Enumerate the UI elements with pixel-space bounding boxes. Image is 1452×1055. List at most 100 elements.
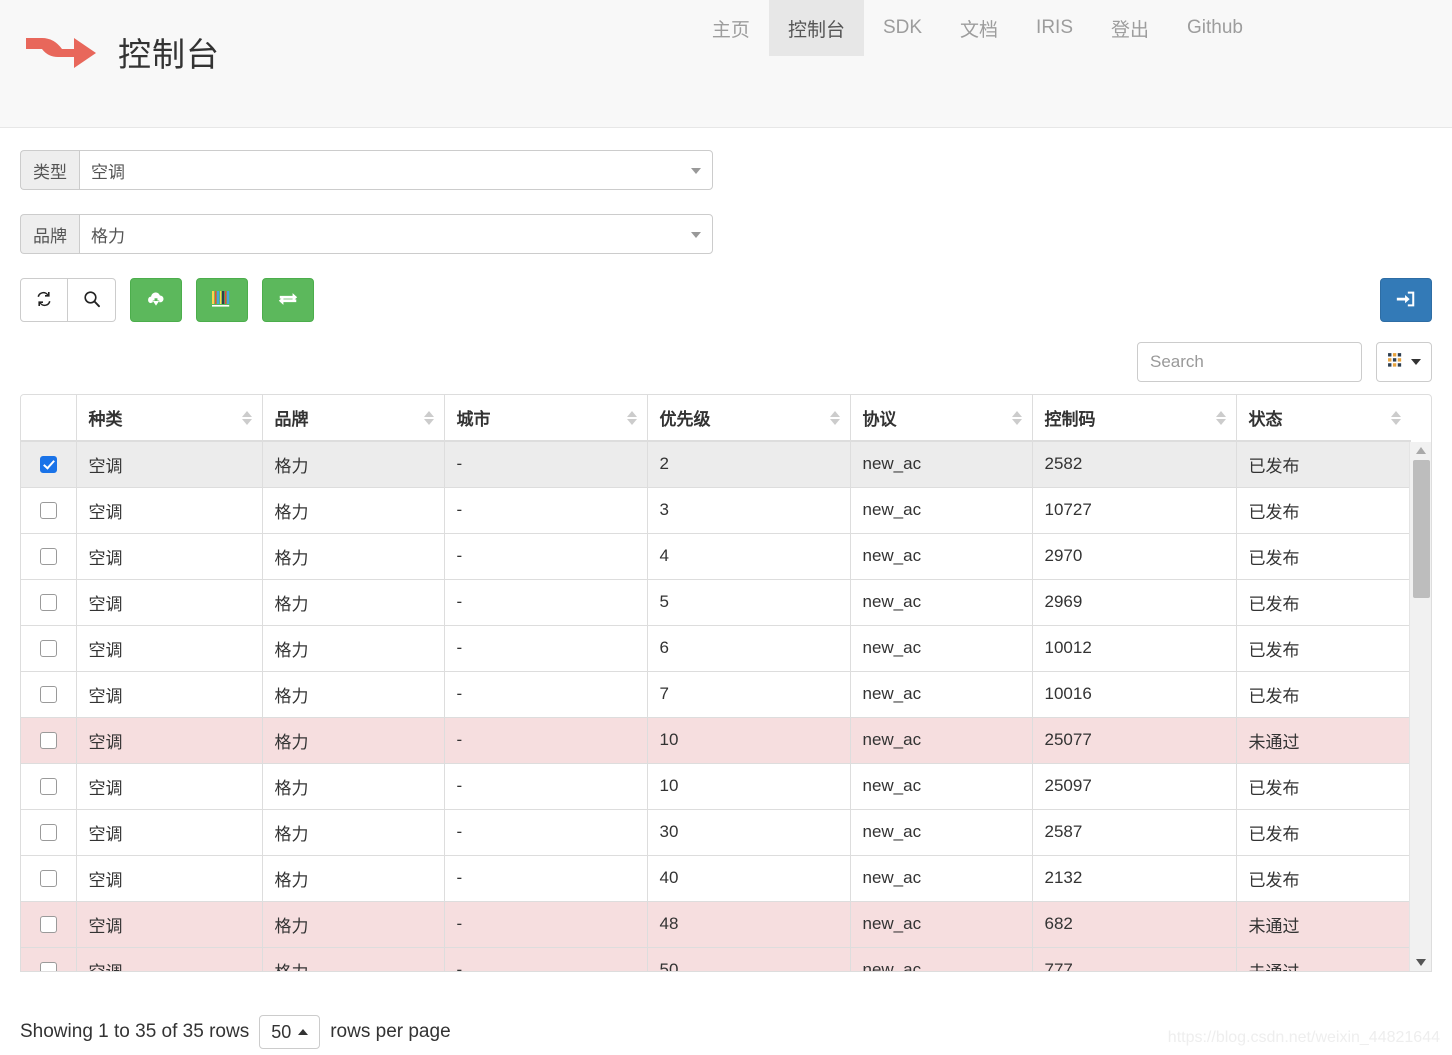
row-checkbox[interactable] bbox=[39, 824, 57, 842]
exchange-button[interactable] bbox=[262, 278, 314, 322]
column-header-city[interactable]: 城市 bbox=[444, 395, 648, 442]
table-row[interactable]: 空调 格力 -7 new_ac 10016 已发布 bbox=[21, 671, 1411, 718]
nav-link-iris[interactable]: IRIS bbox=[1017, 0, 1092, 56]
nav-link-github[interactable]: Github bbox=[1168, 0, 1262, 56]
page-size-dropdown[interactable]: 50 bbox=[259, 1015, 321, 1049]
column-header-kind[interactable]: 种类 bbox=[76, 395, 263, 442]
cell-kind: 空调 bbox=[76, 717, 263, 764]
row-checkbox[interactable] bbox=[39, 686, 57, 704]
row-select-cell[interactable] bbox=[21, 441, 77, 488]
cell-brand: 格力 bbox=[262, 579, 445, 626]
barcode-button[interactable] bbox=[196, 278, 248, 322]
cell-status: 未通过 bbox=[1236, 901, 1411, 948]
table-row[interactable]: 空调 格力 -10 new_ac 25097 已发布 bbox=[21, 763, 1411, 810]
column-label: 协议 bbox=[862, 410, 897, 429]
column-header-protocol[interactable]: 协议 bbox=[850, 395, 1033, 442]
row-select-cell[interactable] bbox=[21, 487, 77, 534]
row-select-cell[interactable] bbox=[21, 625, 77, 672]
table-body: 空调 格力 -2 new_ac 2582 已发布 空调 格力 -3 new_ac 10727 已发布空… bbox=[21, 441, 1411, 971]
scrollbar-thumb[interactable] bbox=[1413, 460, 1430, 598]
cell-priority: 50 bbox=[647, 947, 851, 971]
row-select-cell[interactable] bbox=[21, 855, 77, 902]
cell-status: 已发布 bbox=[1236, 625, 1411, 672]
table-row[interactable]: 空调 格力 -30 new_ac 2587 已发布 bbox=[21, 809, 1411, 856]
column-header-code[interactable]: 控制码 bbox=[1032, 395, 1237, 442]
row-select-cell[interactable] bbox=[21, 763, 77, 810]
cell-priority: 7 bbox=[647, 671, 851, 718]
cell-kind: 空调 bbox=[76, 855, 263, 902]
brand-title: 控制台 bbox=[118, 36, 220, 73]
row-checkbox[interactable] bbox=[39, 502, 57, 520]
row-select-cell[interactable] bbox=[21, 947, 77, 971]
nav-link-sdk[interactable]: SDK bbox=[864, 0, 941, 56]
nav-link-logout[interactable]: 登出 bbox=[1092, 0, 1168, 56]
table-row[interactable]: 空调 格力 -6 new_ac 10012 已发布 bbox=[21, 625, 1411, 672]
row-select-cell[interactable] bbox=[21, 671, 77, 718]
cell-status: 已发布 bbox=[1236, 809, 1411, 856]
cell-code: 10016 bbox=[1032, 671, 1237, 718]
filter-type-select[interactable]: 空调 bbox=[79, 150, 713, 190]
table-row[interactable]: 空调 格力 -3 new_ac 10727 已发布 bbox=[21, 487, 1411, 534]
nav-link-console[interactable]: 控制台 bbox=[768, 0, 864, 56]
table-row[interactable]: 空调 格力 -5 new_ac 2969 已发布 bbox=[21, 579, 1411, 626]
sort-icon[interactable] bbox=[626, 410, 637, 425]
table-vertical-scrollbar[interactable] bbox=[1409, 442, 1431, 971]
cell-kind: 空调 bbox=[76, 671, 263, 718]
row-checkbox[interactable] bbox=[39, 962, 57, 971]
table-row[interactable]: 空调 格力 -48 new_ac 682 未通过 bbox=[21, 901, 1411, 948]
search-toggle-button[interactable] bbox=[68, 278, 116, 322]
sort-icon[interactable] bbox=[829, 410, 840, 425]
cell-status: 已发布 bbox=[1236, 763, 1411, 810]
search-input[interactable] bbox=[1137, 342, 1362, 382]
row-checkbox[interactable] bbox=[39, 548, 57, 566]
cell-status: 已发布 bbox=[1236, 579, 1411, 626]
filter-brand-select[interactable]: 格力 bbox=[79, 214, 713, 254]
brand[interactable]: 控制台 bbox=[22, 22, 220, 82]
column-header-brand[interactable]: 品牌 bbox=[262, 395, 445, 442]
cell-priority: 5 bbox=[647, 579, 851, 626]
cell-protocol: new_ac bbox=[850, 855, 1033, 902]
cell-brand: 格力 bbox=[262, 487, 445, 534]
export-button[interactable] bbox=[130, 278, 182, 322]
cell-kind: 空调 bbox=[76, 763, 263, 810]
row-checkbox[interactable] bbox=[39, 732, 57, 750]
table-row[interactable]: 空调 格力 -2 new_ac 2582 已发布 bbox=[21, 441, 1411, 488]
sort-icon[interactable] bbox=[1011, 410, 1022, 425]
submit-button[interactable] bbox=[1380, 278, 1432, 322]
row-checkbox[interactable] bbox=[39, 456, 57, 474]
row-select-cell[interactable] bbox=[21, 809, 77, 856]
row-select-cell[interactable] bbox=[21, 901, 77, 948]
row-checkbox[interactable] bbox=[39, 870, 57, 888]
sort-icon[interactable] bbox=[241, 410, 252, 425]
column-label: 控制码 bbox=[1044, 410, 1096, 429]
page-size-value: 50 bbox=[271, 1021, 292, 1042]
row-checkbox[interactable] bbox=[39, 778, 57, 796]
row-select-cell[interactable] bbox=[21, 579, 77, 626]
cell-code: 25097 bbox=[1032, 763, 1237, 810]
row-checkbox[interactable] bbox=[39, 640, 57, 658]
table-row[interactable]: 空调 格力 -10 new_ac 25077 未通过 bbox=[21, 717, 1411, 764]
cell-priority: 40 bbox=[647, 855, 851, 902]
table-header-row: 种类 品牌 城市 优先级 协议 控制码 状态 bbox=[21, 395, 1411, 442]
filter-type-label: 类型 bbox=[20, 150, 79, 190]
column-header-status[interactable]: 状态 bbox=[1236, 395, 1411, 442]
scroll-down-icon[interactable] bbox=[1416, 959, 1426, 966]
cell-kind: 空调 bbox=[76, 809, 263, 856]
sort-icon[interactable] bbox=[423, 410, 434, 425]
row-select-cell[interactable] bbox=[21, 717, 77, 764]
table-row[interactable]: 空调 格力 -4 new_ac 2970 已发布 bbox=[21, 533, 1411, 580]
columns-toggle-button[interactable] bbox=[1376, 342, 1432, 382]
filter-type: 类型 空调 bbox=[20, 150, 713, 190]
row-checkbox[interactable] bbox=[39, 916, 57, 934]
sort-icon[interactable] bbox=[1215, 410, 1226, 425]
refresh-button[interactable] bbox=[20, 278, 68, 322]
column-header-priority[interactable]: 优先级 bbox=[647, 395, 851, 442]
scroll-up-icon[interactable] bbox=[1416, 447, 1426, 454]
sort-icon[interactable] bbox=[1391, 410, 1401, 425]
row-select-cell[interactable] bbox=[21, 533, 77, 580]
nav-link-home[interactable]: 主页 bbox=[693, 0, 769, 56]
nav-link-docs[interactable]: 文档 bbox=[941, 0, 1017, 56]
row-checkbox[interactable] bbox=[39, 594, 57, 612]
table-row[interactable]: 空调 格力 -50 new_ac 777 未通过 bbox=[21, 947, 1411, 971]
table-row[interactable]: 空调 格力 -40 new_ac 2132 已发布 bbox=[21, 855, 1411, 902]
